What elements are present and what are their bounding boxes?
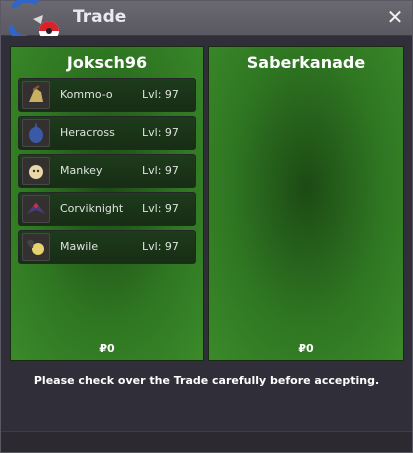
pokemon-level: Lvl: 97: [142, 202, 179, 215]
window-title: Trade: [73, 7, 127, 27]
pokemon-name: Heracross: [60, 126, 115, 139]
corviknight-icon: [22, 195, 50, 223]
trade-warning-message: Please check over the Trade carefully be…: [33, 374, 380, 387]
kommo-o-icon: [22, 81, 50, 109]
left-trade-panel: Joksch96 Kommo-o Lvl: 97 Heracross Lvl: …: [10, 46, 204, 361]
left-money: ₽0: [99, 342, 115, 355]
mawile-icon: [22, 233, 50, 261]
pokemon-level: Lvl: 97: [142, 240, 179, 253]
pokemon-name: Mawile: [60, 240, 99, 253]
trade-window: Trade ✕ Joksch96 Kommo-o Lvl: 97 Heracro…: [0, 0, 413, 453]
pokemon-row[interactable]: Corviknight Lvl: 97: [18, 192, 196, 226]
mankey-icon: [22, 157, 50, 185]
pokemon-level: Lvl: 97: [142, 126, 179, 139]
trade-content: Joksch96 Kommo-o Lvl: 97 Heracross Lvl: …: [1, 36, 412, 431]
close-button[interactable]: ✕: [384, 6, 406, 28]
window-footer: [1, 431, 412, 452]
pokemon-name: Kommo-o: [60, 88, 113, 101]
pokemon-row[interactable]: Mawile Lvl: 97: [18, 230, 196, 264]
right-money: ₽0: [298, 342, 314, 355]
pokemon-row[interactable]: Mankey Lvl: 97: [18, 154, 196, 188]
close-icon: ✕: [386, 5, 404, 29]
pokemon-name: Mankey: [60, 164, 103, 177]
left-pokemon-list: Kommo-o Lvl: 97 Heracross Lvl: 97 Mankey…: [18, 78, 196, 268]
right-trade-panel: Saberkanade ₽0: [208, 46, 404, 361]
heracross-icon: [22, 119, 50, 147]
pokemon-level: Lvl: 97: [142, 164, 179, 177]
right-player-name: Saberkanade: [246, 53, 366, 72]
left-player-name: Joksch96: [66, 53, 148, 72]
pokemon-row[interactable]: Kommo-o Lvl: 97: [18, 78, 196, 112]
pokemon-level: Lvl: 97: [142, 88, 179, 101]
pokemon-row[interactable]: Heracross Lvl: 97: [18, 116, 196, 150]
pokemon-name: Corviknight: [60, 202, 124, 215]
titlebar[interactable]: Trade ✕: [1, 0, 412, 42]
